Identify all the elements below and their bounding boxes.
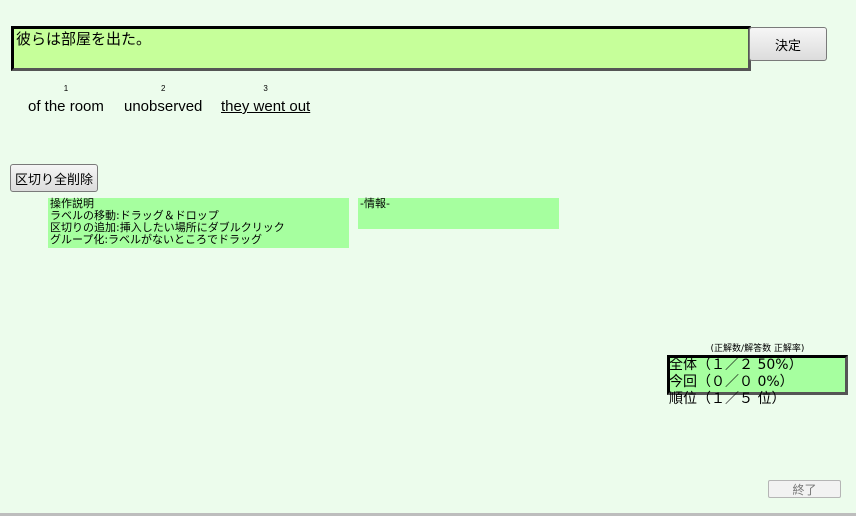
help-panel: 操作説明 ラベルの移動:ドラッグ＆ドロップ 区切りの追加:挿入したい場所にダブル… bbox=[48, 198, 349, 248]
decide-button[interactable]: 決定 bbox=[749, 27, 827, 61]
stats-caption: (正解数/解答数 正解率) bbox=[710, 344, 805, 354]
stat-current: 今回（０／０ 0%） bbox=[669, 374, 794, 390]
info-title: -情報- bbox=[360, 197, 390, 210]
word-chunk-3[interactable]: 3 they went out bbox=[221, 84, 310, 116]
word-chunk-2[interactable]: 2 unobserved bbox=[124, 84, 202, 116]
exit-button[interactable]: 終了 bbox=[768, 480, 841, 498]
stat-rank: 順位（１／５ 位） bbox=[669, 391, 786, 407]
chunk-label: of the room bbox=[28, 98, 104, 115]
help-line: グループ化:ラベルがないところでドラッグ bbox=[50, 233, 263, 246]
stat-total: 全体（１／２ 50%） bbox=[669, 357, 803, 373]
clear-separators-button[interactable]: 区切り全削除 bbox=[10, 164, 98, 192]
info-panel: -情報- bbox=[358, 198, 559, 229]
chunk-number: 3 bbox=[263, 84, 268, 93]
chunk-label: they went out bbox=[221, 98, 311, 115]
answer-box: 彼らは部屋を出た。 bbox=[11, 26, 751, 71]
chunk-number: 1 bbox=[63, 84, 69, 93]
chunk-label: unobserved bbox=[124, 98, 203, 115]
chunk-number: 2 bbox=[160, 84, 166, 93]
word-chunk-1[interactable]: 1 of the room bbox=[28, 84, 104, 116]
